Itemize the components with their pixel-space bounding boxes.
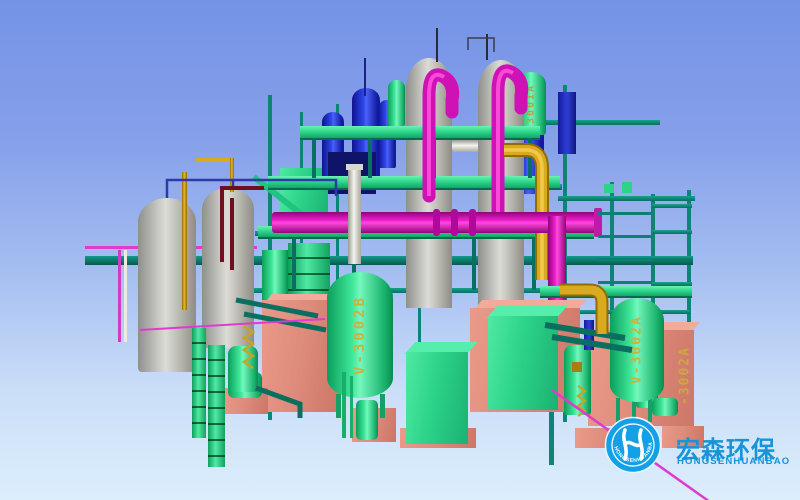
column-white	[348, 168, 361, 264]
instrument-rod	[437, 28, 487, 62]
pipe-small-magenta	[118, 250, 121, 342]
filter-column-1	[192, 328, 206, 438]
deck-post	[432, 138, 436, 178]
logo-latin-name: HONGSENHUANBAO	[677, 456, 790, 467]
hx-tab	[604, 184, 614, 193]
blue-small-vessel	[584, 320, 594, 350]
pipe-yellow-top	[196, 158, 234, 162]
pump-base-3	[575, 428, 641, 448]
column-white-cap	[346, 164, 363, 170]
pipe-yellow-riser	[230, 158, 234, 192]
deck-post	[528, 138, 532, 178]
plate-heat-exchanger	[598, 192, 652, 292]
frame-rung	[652, 204, 692, 208]
box-tank-center	[488, 316, 558, 410]
deck-post	[292, 238, 296, 290]
storage-tank-1	[138, 198, 196, 372]
expansion-bellows	[469, 209, 476, 236]
pump-motor	[572, 362, 582, 372]
frame-beam	[538, 120, 660, 125]
platform-deck-middle	[268, 176, 560, 190]
foundation-label-3002a: -3002A	[676, 328, 694, 424]
expansion-bellows	[433, 209, 440, 236]
deck-post	[532, 238, 536, 290]
deck-post	[312, 138, 316, 178]
storage-tank-2	[202, 188, 254, 348]
green-drum-top	[388, 80, 405, 126]
blue-vessel-5	[558, 92, 576, 154]
pump-3	[564, 345, 591, 415]
frame-rung	[652, 230, 692, 234]
vessel-leg	[632, 400, 636, 426]
platform-deck-right	[540, 286, 692, 298]
pipe-small-white	[124, 250, 127, 342]
frame-rung	[652, 256, 692, 260]
instrument-loop	[468, 38, 494, 52]
small-green-pipe	[350, 376, 353, 438]
pump-1	[228, 346, 258, 392]
expansion-bellows	[451, 209, 458, 236]
small-green-pipe	[342, 372, 346, 438]
vessel-v3002a-label: V-3002A	[610, 298, 664, 402]
hx-tab	[622, 182, 632, 193]
pipe-yellow-left	[182, 172, 187, 310]
box-tank-front	[406, 352, 468, 444]
filter-column-2	[208, 345, 225, 467]
vessel-v3002b-label: V-3002B	[327, 272, 393, 398]
vessel-v3002a: V-3002A	[610, 298, 664, 402]
plant-3d-render: 3001A	[0, 0, 800, 500]
vessel-v3002b: V-3002B	[327, 272, 393, 398]
platform-deck-upper	[300, 126, 540, 140]
deck-post	[368, 138, 372, 178]
deck-post	[472, 238, 476, 290]
pump-under-v3002b	[356, 400, 378, 440]
pump-elbow-right	[652, 398, 678, 416]
